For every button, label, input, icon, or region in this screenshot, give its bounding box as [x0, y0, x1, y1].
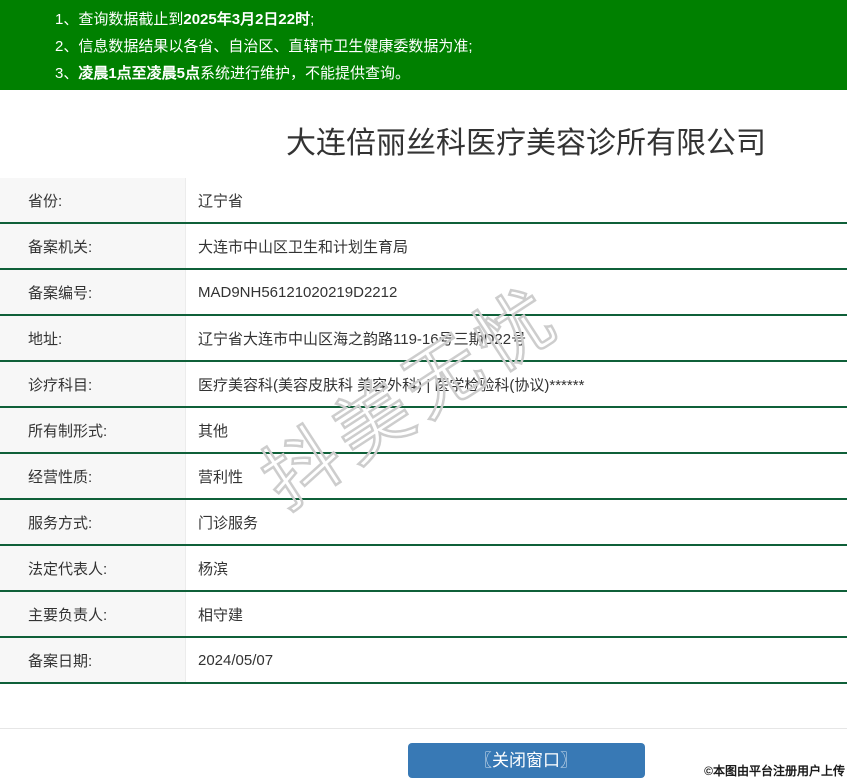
row-label: 备案机关:	[0, 224, 186, 268]
row-value: 其他	[198, 422, 229, 440]
page-title: 大连倍丽丝科医疗美容诊所有限公司	[286, 127, 766, 160]
notice-line-3: 3、凌晨1点至凌晨5点系统进行维护，不能提供查询。	[55, 65, 411, 82]
table-row-registration-authority: 备案机关: 大连市中山区卫生和计划生育局	[0, 224, 847, 270]
row-label: 经营性质:	[0, 454, 186, 498]
row-label: 地址:	[0, 316, 186, 360]
table-row-ownership-form: 所有制形式: 其他	[0, 408, 847, 454]
row-value: 营利性	[198, 468, 244, 486]
row-label: 法定代表人:	[0, 546, 186, 590]
table-row-service-method: 服务方式: 门诊服务	[0, 500, 847, 546]
row-label: 所有制形式:	[0, 408, 186, 452]
table-row-main-person-in-charge: 主要负责人: 相守建	[0, 592, 847, 638]
row-label: 备案编号:	[0, 270, 186, 314]
row-label: 诊疗科目:	[0, 362, 186, 406]
row-value: 门诊服务	[198, 514, 259, 532]
info-table: 省份: 辽宁省 备案机关: 大连市中山区卫生和计划生育局 备案编号: MAD9N…	[0, 178, 847, 684]
row-label: 主要负责人:	[0, 592, 186, 636]
row-value: 医疗美容科(美容皮肤科 美容外科) | 医学检验科(协议)******	[198, 376, 585, 394]
notice-bold-text: 凌晨1点至凌晨5点	[78, 65, 201, 82]
table-row-legal-representative: 法定代表人: 杨滨	[0, 546, 847, 592]
footer: 〖关闭窗口〗 ©本图由平台注册用户上传	[0, 729, 847, 780]
row-value: 大连市中山区卫生和计划生育局	[198, 238, 409, 256]
notice-line-number: 2、	[55, 38, 79, 55]
notice-line-2: 2、信息数据结果以各省、自治区、直辖市卫生健康委数据为准;	[55, 38, 473, 55]
row-value: 2024/05/07	[198, 651, 274, 669]
row-label: 备案日期:	[0, 638, 186, 682]
notice-line-1: 1、查询数据截止到2025年3月2日22时;	[55, 11, 315, 28]
notice-line-number: 3、	[55, 65, 79, 82]
table-row-operating-nature: 经营性质: 营利性	[0, 454, 847, 500]
row-value: 辽宁省	[198, 192, 244, 210]
close-window-button[interactable]: 〖关闭窗口〗	[407, 743, 645, 778]
notice-line-number: 1、	[55, 11, 79, 28]
row-label: 省份:	[0, 178, 186, 222]
notice-bold-text: 2025年3月2日22时	[183, 11, 311, 28]
row-value: 辽宁省大连市中山区海之韵路119-16号三期D22号	[198, 330, 527, 348]
row-label: 服务方式:	[0, 500, 186, 544]
row-value: 相守建	[198, 606, 244, 624]
table-row-province: 省份: 辽宁省	[0, 178, 847, 224]
table-row-registration-date: 备案日期: 2024/05/07	[0, 638, 847, 684]
table-row-treatment-subjects: 诊疗科目: 医疗美容科(美容皮肤科 美容外科) | 医学检验科(协议)*****…	[0, 362, 847, 408]
table-row-address: 地址: 辽宁省大连市中山区海之韵路119-16号三期D22号	[0, 316, 847, 362]
row-value: MAD9NH56121020219D2212	[198, 283, 398, 301]
notice-banner: 1、查询数据截止到2025年3月2日22时; 2、信息数据结果以各省、自治区、直…	[0, 0, 847, 90]
row-value: 杨滨	[198, 560, 229, 578]
table-row-registration-number: 备案编号: MAD9NH56121020219D2212	[0, 270, 847, 316]
copyright-watermark: ©本图由平台注册用户上传	[704, 764, 845, 778]
